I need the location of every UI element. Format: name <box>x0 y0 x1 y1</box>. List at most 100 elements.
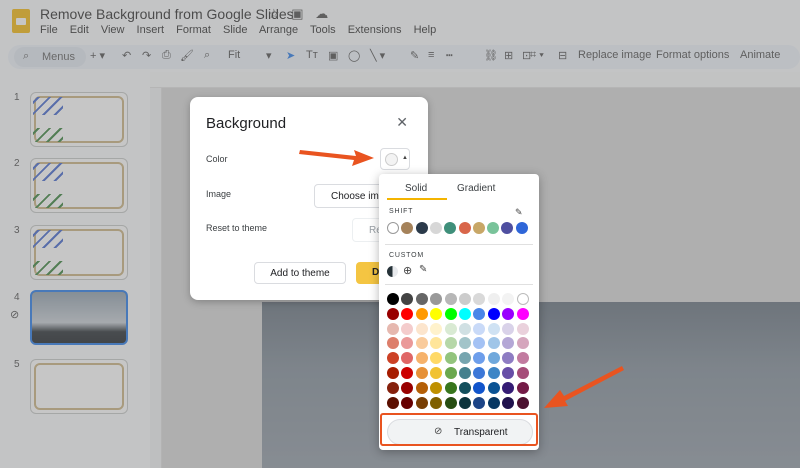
palette-color-swatch[interactable] <box>459 352 471 365</box>
palette-color-swatch[interactable] <box>516 307 529 320</box>
palette-color-swatch[interactable] <box>415 352 428 365</box>
palette-color-swatch[interactable] <box>487 381 500 394</box>
palette-color-swatch[interactable] <box>459 396 471 409</box>
palette-color-swatch[interactable] <box>502 293 515 305</box>
palette-color-swatch[interactable] <box>487 367 500 379</box>
palette-color-swatch[interactable] <box>502 352 515 365</box>
palette-color-swatch[interactable] <box>387 307 399 320</box>
palette-color-swatch[interactable] <box>516 293 529 305</box>
palette-color-swatch[interactable] <box>401 337 414 350</box>
theme-color-swatch[interactable] <box>415 222 428 234</box>
palette-color-swatch[interactable] <box>459 293 471 305</box>
custom-color-swatch[interactable] <box>387 266 398 277</box>
palette-color-swatch[interactable] <box>502 307 515 320</box>
palette-color-swatch[interactable] <box>444 322 457 335</box>
edit-theme-icon[interactable]: ✎ <box>515 207 523 218</box>
palette-color-swatch[interactable] <box>487 337 500 350</box>
palette-color-swatch[interactable] <box>473 381 486 394</box>
palette-color-swatch[interactable] <box>502 322 515 335</box>
theme-color-swatch[interactable] <box>387 222 399 234</box>
close-icon[interactable]: ✕ <box>396 114 408 131</box>
theme-color-swatch[interactable] <box>444 222 457 234</box>
palette-color-swatch[interactable] <box>502 396 515 409</box>
palette-color-swatch[interactable] <box>401 367 414 379</box>
palette-color-swatch[interactable] <box>387 381 399 394</box>
palette-color-swatch[interactable] <box>387 337 399 350</box>
palette-color-swatch[interactable] <box>401 322 414 335</box>
palette-color-swatch[interactable] <box>430 396 443 409</box>
palette-color-swatch[interactable] <box>387 396 399 409</box>
palette-color-swatch[interactable] <box>444 396 457 409</box>
palette-color-swatch[interactable] <box>459 367 471 379</box>
eyedropper-icon[interactable]: ✎ <box>419 264 427 275</box>
palette-color-swatch[interactable] <box>487 293 500 305</box>
add-to-theme-button[interactable]: Add to theme <box>254 262 346 284</box>
palette-color-swatch[interactable] <box>516 337 529 350</box>
palette-color-swatch[interactable] <box>387 367 399 379</box>
palette-color-swatch[interactable] <box>459 322 471 335</box>
palette-color-swatch[interactable] <box>430 337 443 350</box>
palette-color-swatch[interactable] <box>430 322 443 335</box>
palette-color-swatch[interactable] <box>502 381 515 394</box>
annotation-arrow-icon <box>299 150 374 166</box>
palette-color-swatch[interactable] <box>516 322 529 335</box>
palette-color-swatch[interactable] <box>502 367 515 379</box>
palette-color-swatch[interactable] <box>430 307 443 320</box>
tab-solid[interactable]: Solid <box>405 183 427 194</box>
palette-color-swatch[interactable] <box>415 337 428 350</box>
palette-color-swatch[interactable] <box>516 396 529 409</box>
palette-color-swatch[interactable] <box>401 396 414 409</box>
palette-color-swatch[interactable] <box>459 337 471 350</box>
theme-color-swatch[interactable] <box>501 222 514 234</box>
palette-color-swatch[interactable] <box>430 293 443 305</box>
palette-color-swatch[interactable] <box>401 293 414 305</box>
palette-color-swatch[interactable] <box>415 322 428 335</box>
palette-color-swatch[interactable] <box>487 352 500 365</box>
palette-color-swatch[interactable] <box>430 367 443 379</box>
palette-color-swatch[interactable] <box>401 307 414 320</box>
palette-color-swatch[interactable] <box>401 381 414 394</box>
palette-color-swatch[interactable] <box>387 322 399 335</box>
palette-color-swatch[interactable] <box>473 352 486 365</box>
palette-color-swatch[interactable] <box>459 381 471 394</box>
palette-color-swatch[interactable] <box>415 381 428 394</box>
palette-color-swatch[interactable] <box>387 352 399 365</box>
palette-color-swatch[interactable] <box>473 396 486 409</box>
palette-color-swatch[interactable] <box>444 367 457 379</box>
palette-color-swatch[interactable] <box>473 322 486 335</box>
theme-color-swatch[interactable] <box>458 222 471 234</box>
palette-color-swatch[interactable] <box>387 293 399 305</box>
color-dropdown[interactable]: ▲ <box>380 148 410 170</box>
palette-color-swatch[interactable] <box>516 367 529 379</box>
palette-color-swatch[interactable] <box>430 352 443 365</box>
palette-color-swatch[interactable] <box>459 307 471 320</box>
theme-color-swatch[interactable] <box>487 222 500 234</box>
palette-color-swatch[interactable] <box>444 293 457 305</box>
palette-color-swatch[interactable] <box>444 307 457 320</box>
palette-color-swatch[interactable] <box>473 367 486 379</box>
palette-color-swatch[interactable] <box>473 337 486 350</box>
palette-color-swatch[interactable] <box>430 381 443 394</box>
palette-color-swatch[interactable] <box>502 337 515 350</box>
palette-color-swatch[interactable] <box>444 352 457 365</box>
palette-color-swatch[interactable] <box>487 396 500 409</box>
palette-color-swatch[interactable] <box>516 352 529 365</box>
palette-color-swatch[interactable] <box>473 307 486 320</box>
theme-color-swatch[interactable] <box>401 222 414 234</box>
palette-color-swatch[interactable] <box>444 337 457 350</box>
theme-color-swatch[interactable] <box>429 222 442 234</box>
palette-color-swatch[interactable] <box>516 381 529 394</box>
palette-color-swatch[interactable] <box>415 293 428 305</box>
palette-color-swatch[interactable] <box>487 307 500 320</box>
add-custom-color-icon[interactable]: ⊕ <box>403 264 412 277</box>
theme-color-swatch[interactable] <box>515 222 528 234</box>
palette-color-swatch[interactable] <box>473 293 486 305</box>
palette-color-swatch[interactable] <box>487 322 500 335</box>
palette-color-swatch[interactable] <box>444 381 457 394</box>
palette-color-swatch[interactable] <box>415 367 428 379</box>
palette-color-swatch[interactable] <box>415 307 428 320</box>
tab-gradient[interactable]: Gradient <box>457 183 495 194</box>
palette-color-swatch[interactable] <box>415 396 428 409</box>
palette-color-swatch[interactable] <box>401 352 414 365</box>
theme-color-swatch[interactable] <box>472 222 485 234</box>
